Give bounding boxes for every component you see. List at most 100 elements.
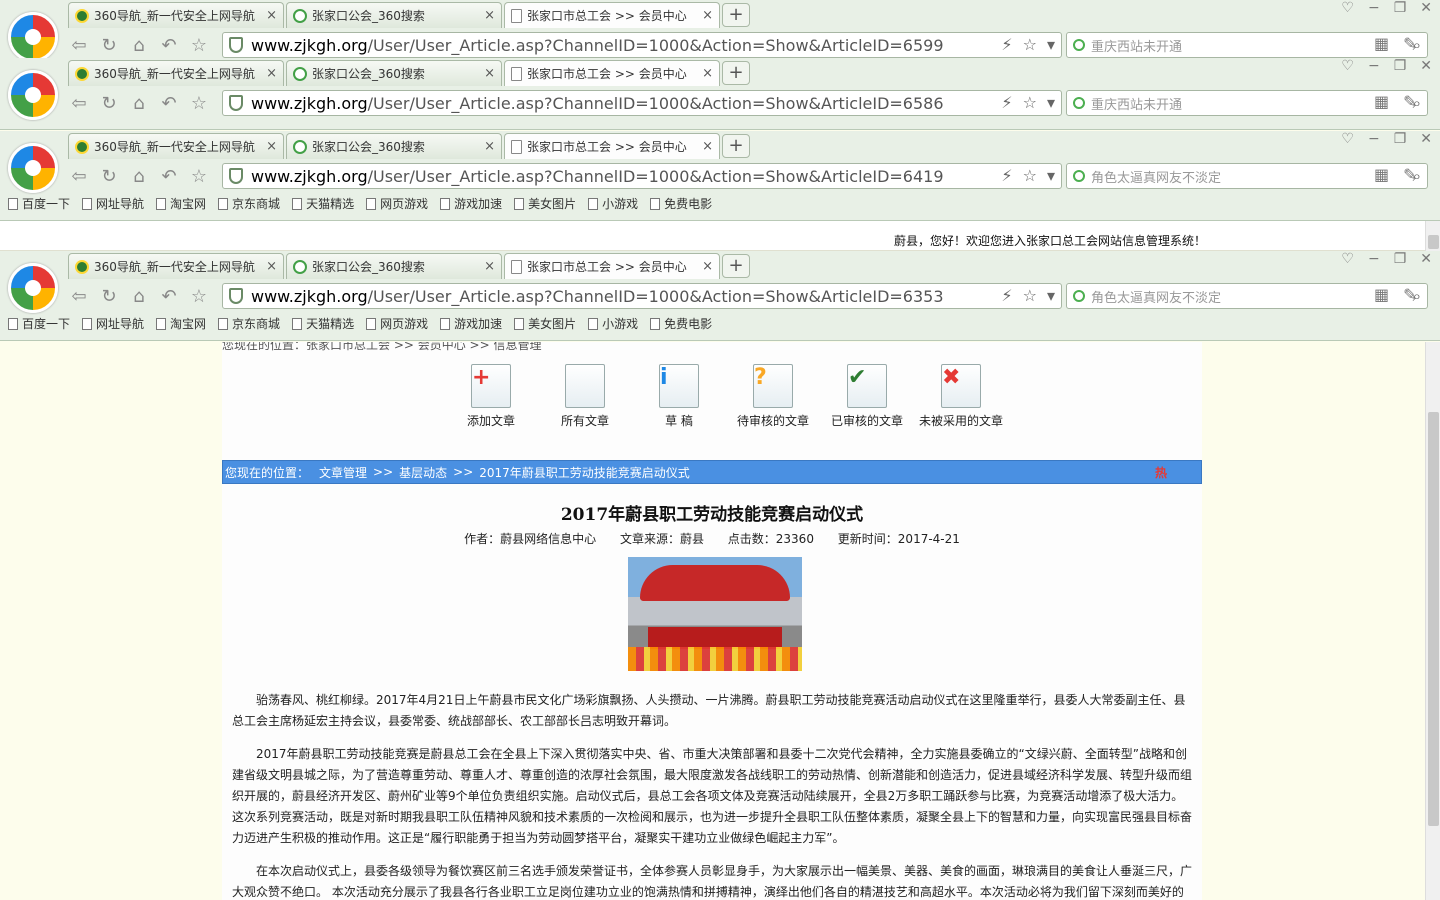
bookmark-item[interactable]: 京东商城 bbox=[218, 195, 280, 212]
restore-icon[interactable]: ❐ bbox=[1394, 58, 1407, 74]
scrollbar-thumb[interactable] bbox=[1428, 235, 1439, 249]
bookmark-item[interactable]: 天猫精选 bbox=[292, 315, 354, 332]
browser-tab[interactable]: 360导航_新一代安全上网导航 × bbox=[68, 133, 284, 159]
crumb-article-manage[interactable]: 文章管理 bbox=[319, 464, 367, 481]
new-tab-button[interactable]: + bbox=[722, 61, 750, 85]
browser-tab[interactable]: 张家口公会_360搜索 × bbox=[286, 253, 502, 279]
back-icon[interactable]: ⇦ bbox=[64, 166, 94, 187]
dropdown-icon[interactable]: ▾ bbox=[1047, 35, 1055, 54]
tab-close-icon[interactable]: × bbox=[484, 139, 495, 154]
browser-tab[interactable]: 张家口市总工会 >> 会员中心 × bbox=[504, 133, 720, 159]
browser-tab[interactable]: 张家口市总工会 >> 会员中心 × bbox=[504, 60, 720, 86]
skin-icon[interactable]: ♡ bbox=[1341, 0, 1354, 16]
scrollbar-main[interactable] bbox=[1425, 342, 1440, 900]
tab-close-icon[interactable]: × bbox=[266, 8, 277, 23]
bookmark-star-icon[interactable]: ☆ bbox=[1023, 166, 1037, 185]
refresh-icon[interactable]: ↻ bbox=[94, 35, 124, 56]
back-icon[interactable]: ⇦ bbox=[64, 93, 94, 114]
tools-wrench-icon[interactable]: ✎ bbox=[1403, 92, 1416, 111]
browser-tab[interactable]: 张家口市总工会 >> 会员中心 × bbox=[504, 2, 720, 28]
browser-logo-icon[interactable] bbox=[8, 12, 58, 62]
refresh-icon[interactable]: ↻ bbox=[94, 286, 124, 307]
browser-tab[interactable]: 360导航_新一代安全上网导航 × bbox=[68, 60, 284, 86]
browser-tab[interactable]: 张家口公会_360搜索 × bbox=[286, 60, 502, 86]
browser-logo-icon[interactable] bbox=[8, 263, 58, 313]
home-icon[interactable]: ⌂ bbox=[124, 166, 154, 187]
bookmark-item[interactable]: 美女图片 bbox=[514, 195, 576, 212]
browser-tab[interactable]: 360导航_新一代安全上网导航 × bbox=[68, 253, 284, 279]
bookmark-item[interactable]: 百度一下 bbox=[8, 195, 70, 212]
lightning-icon[interactable]: ⚡ bbox=[1001, 35, 1012, 54]
toolbar-button[interactable]: i 草 稿 bbox=[632, 364, 726, 429]
crumb-grassroots[interactable]: 基层动态 bbox=[399, 464, 447, 481]
back-icon[interactable]: ⇦ bbox=[64, 286, 94, 307]
bookmark-item[interactable]: 免费电影 bbox=[650, 195, 712, 212]
tab-close-icon[interactable]: × bbox=[484, 259, 495, 274]
toolbar-button[interactable]: ✖ 未被采用的文章 bbox=[914, 364, 1008, 429]
new-tab-button[interactable]: + bbox=[722, 254, 750, 278]
restore-icon[interactable]: ❐ bbox=[1394, 131, 1407, 147]
tab-close-icon[interactable]: × bbox=[266, 259, 277, 274]
new-tab-button[interactable]: + bbox=[722, 134, 750, 158]
skin-icon[interactable]: ♡ bbox=[1341, 251, 1354, 267]
browser-tab[interactable]: 张家口公会_360搜索 × bbox=[286, 133, 502, 159]
scrollbar-thumb[interactable] bbox=[1428, 412, 1439, 826]
back-icon[interactable]: ⇦ bbox=[64, 35, 94, 56]
favorite-star-icon[interactable]: ☆ bbox=[184, 166, 214, 187]
minimize-icon[interactable]: − bbox=[1368, 0, 1380, 16]
refresh-icon[interactable]: ↻ bbox=[94, 166, 124, 187]
bookmark-item[interactable]: 淘宝网 bbox=[156, 315, 206, 332]
apps-grid-icon[interactable]: ▦ bbox=[1374, 34, 1389, 53]
tab-close-icon[interactable]: × bbox=[702, 259, 713, 274]
home-icon[interactable]: ⌂ bbox=[124, 35, 154, 56]
tab-close-icon[interactable]: × bbox=[702, 139, 713, 154]
restore-icon[interactable]: ❐ bbox=[1394, 0, 1407, 16]
bookmark-item[interactable]: 小游戏 bbox=[588, 195, 638, 212]
home-icon[interactable]: ⌂ bbox=[124, 286, 154, 307]
skin-icon[interactable]: ♡ bbox=[1341, 131, 1354, 147]
bookmark-item[interactable]: 网页游戏 bbox=[366, 195, 428, 212]
tools-wrench-icon[interactable]: ✎ bbox=[1403, 34, 1416, 53]
undo-icon[interactable]: ↶ bbox=[154, 35, 184, 56]
tab-close-icon[interactable]: × bbox=[702, 8, 713, 23]
bookmark-item[interactable]: 网页游戏 bbox=[366, 315, 428, 332]
skin-icon[interactable]: ♡ bbox=[1341, 58, 1354, 74]
undo-icon[interactable]: ↶ bbox=[154, 166, 184, 187]
minimize-icon[interactable]: − bbox=[1368, 131, 1380, 147]
apps-grid-icon[interactable]: ▦ bbox=[1374, 165, 1389, 184]
close-window-icon[interactable]: ✕ bbox=[1420, 58, 1432, 74]
tools-wrench-icon[interactable]: ✎ bbox=[1403, 285, 1416, 304]
toolbar-button[interactable]: + 添加文章 bbox=[444, 364, 538, 429]
new-tab-button[interactable]: + bbox=[722, 3, 750, 27]
lightning-icon[interactable]: ⚡ bbox=[1001, 286, 1012, 305]
dropdown-icon[interactable]: ▾ bbox=[1047, 166, 1055, 185]
minimize-icon[interactable]: − bbox=[1368, 251, 1380, 267]
address-bar[interactable]: www.zjkgh.org/User/User_Article.asp?Chan… bbox=[222, 90, 1062, 116]
address-bar[interactable]: www.zjkgh.org/User/User_Article.asp?Chan… bbox=[222, 32, 1062, 58]
bookmark-item[interactable]: 百度一下 bbox=[8, 315, 70, 332]
favorite-star-icon[interactable]: ☆ bbox=[184, 93, 214, 114]
close-window-icon[interactable]: ✕ bbox=[1420, 251, 1432, 267]
toolbar-button[interactable]: ? 待审核的文章 bbox=[726, 364, 820, 429]
browser-tab[interactable]: 张家口市总工会 >> 会员中心 × bbox=[504, 253, 720, 279]
browser-tab[interactable]: 360导航_新一代安全上网导航 × bbox=[68, 2, 284, 28]
bookmark-item[interactable]: 京东商城 bbox=[218, 315, 280, 332]
refresh-icon[interactable]: ↻ bbox=[94, 93, 124, 114]
browser-tab[interactable]: 张家口公会_360搜索 × bbox=[286, 2, 502, 28]
close-window-icon[interactable]: ✕ bbox=[1420, 0, 1432, 16]
bookmark-item[interactable]: 网址导航 bbox=[82, 315, 144, 332]
tab-close-icon[interactable]: × bbox=[484, 66, 495, 81]
bookmark-star-icon[interactable]: ☆ bbox=[1023, 35, 1037, 54]
tab-close-icon[interactable]: × bbox=[484, 8, 495, 23]
minimize-icon[interactable]: − bbox=[1368, 58, 1380, 74]
bookmark-item[interactable]: 免费电影 bbox=[650, 315, 712, 332]
close-window-icon[interactable]: ✕ bbox=[1420, 131, 1432, 147]
browser-logo-icon[interactable] bbox=[8, 70, 58, 120]
address-bar[interactable]: www.zjkgh.org/User/User_Article.asp?Chan… bbox=[222, 283, 1062, 309]
dropdown-icon[interactable]: ▾ bbox=[1047, 286, 1055, 305]
bookmark-star-icon[interactable]: ☆ bbox=[1023, 286, 1037, 305]
undo-icon[interactable]: ↶ bbox=[154, 93, 184, 114]
bookmark-item[interactable]: 游戏加速 bbox=[440, 315, 502, 332]
tab-close-icon[interactable]: × bbox=[702, 66, 713, 81]
favorite-star-icon[interactable]: ☆ bbox=[184, 286, 214, 307]
